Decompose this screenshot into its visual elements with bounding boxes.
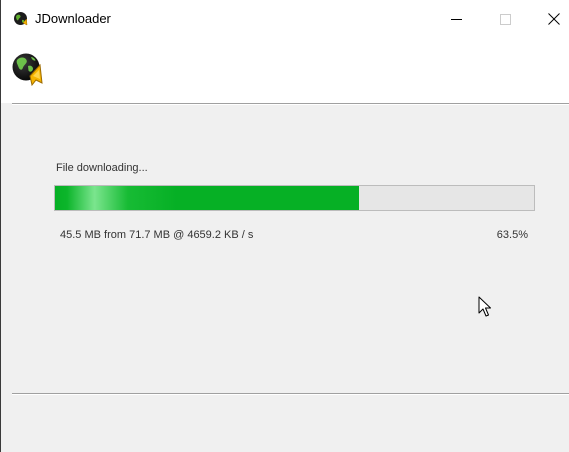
window-title: JDownloader xyxy=(35,11,111,26)
mouse-cursor-icon xyxy=(478,296,492,318)
status-label: File downloading... xyxy=(56,162,148,174)
footer-panel xyxy=(1,395,569,452)
jdownloader-window: JDownloader File downloading... 45.5 MB … xyxy=(0,0,569,452)
progress-percent: 63.5% xyxy=(496,229,528,241)
header-panel xyxy=(1,38,569,103)
close-button[interactable] xyxy=(531,0,569,38)
minimize-button[interactable] xyxy=(433,0,479,38)
jdownloader-globe-icon xyxy=(13,11,29,27)
maximize-icon xyxy=(499,13,511,25)
download-progress-bar xyxy=(54,185,535,211)
minimize-icon xyxy=(450,14,462,25)
transfer-info: 45.5 MB from 71.7 MB @ 4659.2 KB / s xyxy=(60,229,254,241)
header-separator xyxy=(12,103,569,105)
progress-fill xyxy=(55,186,360,210)
jdownloader-logo-icon xyxy=(11,52,45,88)
close-icon xyxy=(548,13,560,25)
title-bar[interactable]: JDownloader xyxy=(1,0,569,38)
maximize-button[interactable] xyxy=(482,0,528,38)
